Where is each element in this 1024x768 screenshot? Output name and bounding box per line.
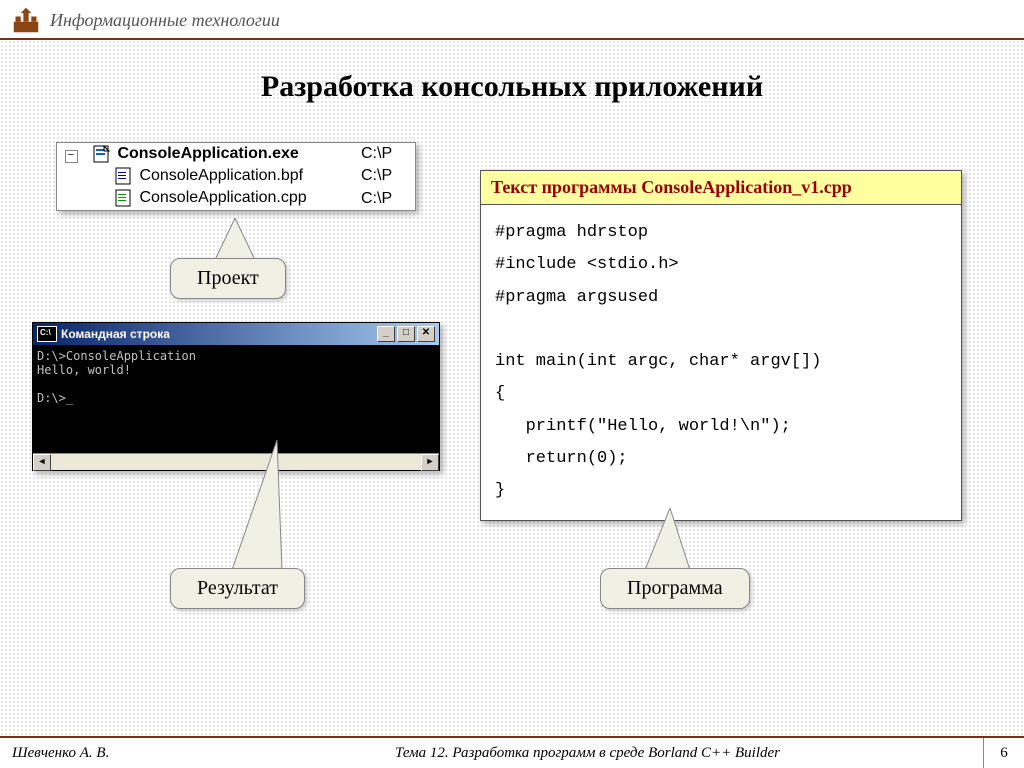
cpp-file-icon [115, 189, 133, 207]
footer-author: Шевченко А. В. [0, 745, 192, 762]
maximize-button[interactable]: □ [397, 326, 415, 342]
page-title: Разработка консольных приложений [0, 70, 1024, 104]
tree-row[interactable]: ConsoleApplication.bpf C:\P [57, 165, 415, 187]
scroll-left-button[interactable]: ◄ [33, 454, 51, 471]
callout-result: Результат [170, 568, 305, 609]
console-title: Командная строка [61, 327, 377, 341]
callout-pointer-result [232, 440, 302, 575]
footer: Шевченко А. В. Тема 12. Разработка прогр… [0, 736, 1024, 768]
project-tree: − ConsoleApplication.exe C:\P ConsoleApp… [56, 142, 416, 211]
tree-row[interactable]: − ConsoleApplication.exe C:\P [57, 143, 415, 165]
cmd-icon: C:\ [37, 326, 57, 342]
minimize-button[interactable]: _ [377, 326, 395, 342]
console-titlebar[interactable]: C:\ Командная строка _ □ ✕ [33, 323, 439, 345]
callout-program: Программа [600, 568, 750, 609]
code-panel-header: Текст программы ConsoleApplication_v1.cp… [481, 171, 961, 205]
code-panel: Текст программы ConsoleApplication_v1.cp… [480, 170, 962, 521]
exe-file-icon [93, 145, 111, 163]
header-logo-icon [12, 6, 40, 34]
header: Информационные технологии [0, 0, 1024, 40]
tree-item-label: ConsoleApplication.cpp [139, 190, 306, 207]
scroll-right-button[interactable]: ► [421, 454, 439, 471]
callout-pointer-program [640, 508, 700, 573]
tree-row[interactable]: ConsoleApplication.cpp C:\P [57, 187, 415, 209]
footer-topic: Тема 12. Разработка программ в среде Bor… [192, 745, 983, 762]
tree-item-path: C:\P [357, 187, 415, 209]
tree-item-label: ConsoleApplication.exe [117, 145, 298, 162]
header-title: Информационные технологии [50, 10, 280, 31]
tree-item-label: ConsoleApplication.bpf [139, 167, 303, 184]
callout-project: Проект [170, 258, 286, 299]
tree-expand-icon[interactable]: − [65, 150, 78, 163]
tree-item-path: C:\P [357, 165, 415, 187]
code-panel-body: #pragma hdrstop #include <stdio.h> #prag… [481, 205, 961, 520]
tree-item-path: C:\P [357, 143, 415, 165]
close-button[interactable]: ✕ [417, 326, 435, 342]
console-output: D:\>ConsoleApplication Hello, world! D:\… [33, 345, 439, 453]
bpf-file-icon [115, 167, 133, 185]
footer-page-number: 6 [983, 738, 1024, 768]
